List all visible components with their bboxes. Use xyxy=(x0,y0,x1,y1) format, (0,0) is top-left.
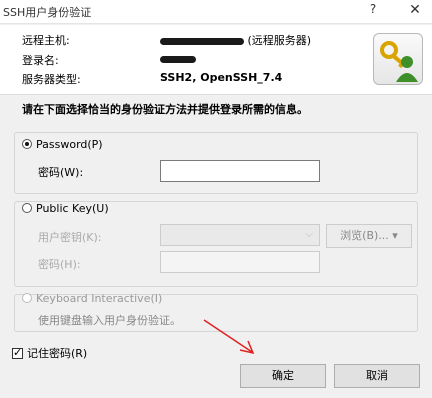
publickey-radio[interactable]: Public Key(U) xyxy=(22,202,109,215)
cancel-button[interactable]: 取消 xyxy=(334,364,420,388)
login-name-label: 登录名: xyxy=(22,54,59,67)
radio-unselected-icon xyxy=(22,203,32,213)
passphrase-label: 密码(H): xyxy=(38,258,81,271)
chevron-down-icon: ⌵ xyxy=(305,229,313,240)
connection-info-panel: 远程主机: (远程服务器) 登录名: 服务器类型: SSH2, OpenSSH_… xyxy=(0,25,432,95)
user-key-label: 用户密钥(K): xyxy=(38,231,102,244)
keyboard-radio-label: Keyboard Interactive(I) xyxy=(36,292,163,305)
publickey-radio-label: Public Key(U) xyxy=(36,202,109,215)
browse-button-label: 浏览(B)... xyxy=(340,229,389,242)
help-button[interactable]: ? xyxy=(362,2,384,22)
title-bar: SSH用户身份验证 ? ✕ xyxy=(0,0,432,24)
annotation-arrow-icon xyxy=(203,319,255,355)
password-input[interactable] xyxy=(160,160,320,182)
instruction-text: 请在下面选择恰当的身份验证方法并提供登录所需的信息。 xyxy=(22,103,308,116)
remote-host-suffix: (远程服务器) xyxy=(247,34,312,47)
checkbox-checked-icon xyxy=(12,346,23,359)
ok-button[interactable]: 确定 xyxy=(240,364,326,388)
password-radio[interactable]: Password(P) xyxy=(22,138,103,151)
redacted-host xyxy=(160,37,244,45)
window-title: SSH用户身份验证 xyxy=(3,6,92,19)
radio-unselected-icon xyxy=(22,293,32,303)
server-type-label: 服务器类型: xyxy=(22,73,81,86)
radio-selected-icon xyxy=(22,139,32,149)
keyboard-radio[interactable]: Keyboard Interactive(I) xyxy=(22,292,162,305)
close-button[interactable]: ✕ xyxy=(404,2,426,22)
remote-host-label: 远程主机: xyxy=(22,34,70,47)
keyboard-hint: 使用键盘输入用户身份验证。 xyxy=(38,314,181,327)
server-type-value: SSH2, OpenSSH_7.4 xyxy=(160,71,283,84)
remote-host-value: (远程服务器) xyxy=(160,32,311,48)
redacted-login xyxy=(160,55,196,63)
login-name-value xyxy=(160,52,196,65)
remember-password-label: 记住密码(R) xyxy=(27,347,88,360)
dropdown-arrow-icon: ▾ xyxy=(388,229,398,242)
browse-button[interactable]: 浏览(B)... ▾ xyxy=(326,224,412,248)
password-radio-label: Password(P) xyxy=(36,138,103,151)
passphrase-input[interactable] xyxy=(160,251,320,273)
key-user-icon xyxy=(373,33,423,85)
password-field-label: 密码(W): xyxy=(38,166,84,179)
remember-password-checkbox[interactable]: 记住密码(R) xyxy=(12,345,87,361)
user-key-select[interactable]: ⌵ xyxy=(160,224,320,246)
